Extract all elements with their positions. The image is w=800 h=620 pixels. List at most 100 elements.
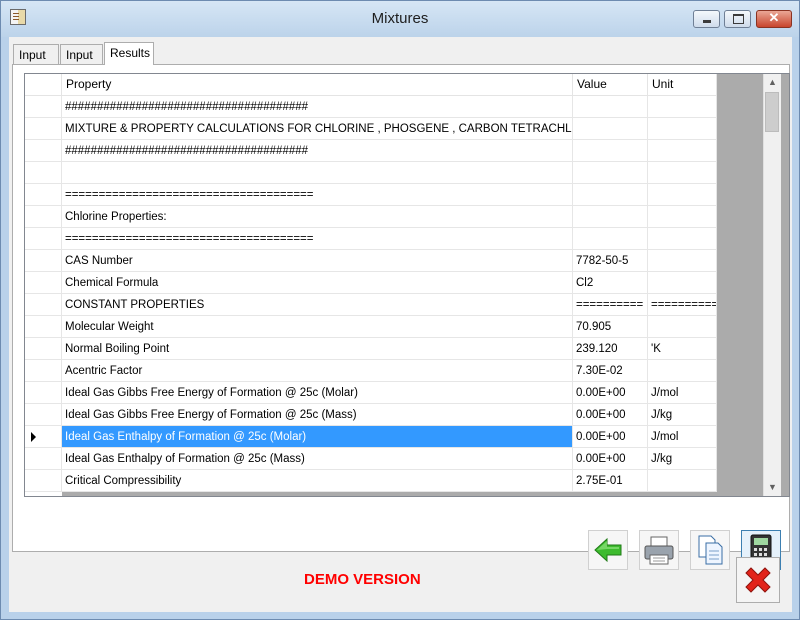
value-cell[interactable]: 0.00E+00 xyxy=(573,404,648,426)
value-cell[interactable] xyxy=(573,206,648,228)
row-header-cell[interactable] xyxy=(25,316,62,338)
minimize-button[interactable] xyxy=(693,10,720,28)
property-cell[interactable]: ###################################### xyxy=(62,140,573,162)
exit-button[interactable] xyxy=(736,557,780,603)
unit-cell[interactable] xyxy=(648,228,717,250)
unit-cell[interactable] xyxy=(648,118,717,140)
property-cell[interactable]: Ideal Gas Enthalpy of Formation @ 25c (M… xyxy=(62,426,573,448)
property-cell[interactable]: Ideal Gas Gibbs Free Energy of Formation… xyxy=(62,382,573,404)
unit-cell[interactable] xyxy=(648,360,717,382)
column-header-unit[interactable]: Unit xyxy=(648,74,717,95)
table-row[interactable]: Acentric Factor 7.30E-02 xyxy=(25,360,717,382)
unit-cell[interactable]: J/mol xyxy=(648,426,717,448)
results-grid[interactable]: Property Value Unit ####################… xyxy=(24,73,790,497)
row-header-cell[interactable] xyxy=(25,470,62,492)
row-header-cell[interactable] xyxy=(25,404,62,426)
row-header-cell[interactable] xyxy=(25,96,62,118)
property-cell[interactable]: Acentric Factor xyxy=(62,360,573,382)
property-cell[interactable]: Normal Boiling Point xyxy=(62,338,573,360)
value-cell[interactable]: ========== xyxy=(573,294,648,316)
unit-cell[interactable] xyxy=(648,140,717,162)
unit-cell[interactable]: J/kg xyxy=(648,404,717,426)
value-cell[interactable]: 7.30E-02 xyxy=(573,360,648,382)
scroll-down-icon[interactable]: ▼ xyxy=(764,479,781,496)
row-header-cell[interactable] xyxy=(25,382,62,404)
property-cell[interactable]: CAS Number xyxy=(62,250,573,272)
row-header-cell[interactable] xyxy=(25,272,62,294)
table-row[interactable]: ===================================== xyxy=(25,228,717,250)
tab-input-2[interactable]: Input 2 xyxy=(60,44,103,82)
value-cell[interactable]: 2.75E-01 xyxy=(573,470,648,492)
property-cell[interactable]: Ideal Gas Enthalpy of Formation @ 25c (M… xyxy=(62,448,573,470)
unit-cell[interactable] xyxy=(648,206,717,228)
value-cell[interactable] xyxy=(573,140,648,162)
value-cell[interactable]: Cl2 xyxy=(573,272,648,294)
property-cell[interactable]: Chlorine Properties: xyxy=(62,206,573,228)
value-cell[interactable]: 239.120 xyxy=(573,338,648,360)
row-header-cell[interactable] xyxy=(25,206,62,228)
value-cell[interactable]: 0.00E+00 xyxy=(573,382,648,404)
row-header-cell[interactable] xyxy=(25,162,62,184)
value-cell[interactable]: 0.00E+00 xyxy=(573,448,648,470)
row-header-cell[interactable] xyxy=(25,294,62,316)
table-row[interactable]: Ideal Gas Enthalpy of Formation @ 25c (M… xyxy=(25,448,717,470)
value-cell[interactable] xyxy=(573,228,648,250)
scroll-up-icon[interactable]: ▲ xyxy=(764,74,781,91)
table-row[interactable] xyxy=(25,162,717,184)
table-row[interactable]: Ideal Gas Gibbs Free Energy of Formation… xyxy=(25,382,717,404)
row-header-cell[interactable] xyxy=(25,448,62,470)
table-row[interactable]: ###################################### xyxy=(25,96,717,118)
value-cell[interactable] xyxy=(573,96,648,118)
unit-cell[interactable]: J/mol xyxy=(648,382,717,404)
table-row[interactable]: Chemical Formula Cl2 xyxy=(25,272,717,294)
unit-cell[interactable] xyxy=(648,184,717,206)
unit-cell[interactable]: ========== xyxy=(648,294,717,316)
table-row[interactable]: Ideal Gas Gibbs Free Energy of Formation… xyxy=(25,404,717,426)
row-header-cell[interactable] xyxy=(25,250,62,272)
title-bar[interactable]: Mixtures ✕ xyxy=(1,1,799,37)
table-row[interactable]: Chlorine Properties: xyxy=(25,206,717,228)
row-header-cell[interactable] xyxy=(25,360,62,382)
property-cell[interactable]: Molecular Weight xyxy=(62,316,573,338)
table-row[interactable]: ===================================== xyxy=(25,184,717,206)
value-cell[interactable] xyxy=(573,162,648,184)
row-header-cell[interactable] xyxy=(25,228,62,250)
scroll-thumb[interactable] xyxy=(765,92,779,132)
property-cell[interactable]: ###################################### xyxy=(62,96,573,118)
row-header-cell[interactable] xyxy=(25,118,62,140)
value-cell[interactable]: 0.00E+00 xyxy=(573,426,648,448)
unit-cell[interactable] xyxy=(648,470,717,492)
unit-cell[interactable]: J/kg xyxy=(648,448,717,470)
table-row[interactable]: MIXTURE & PROPERTY CALCULATIONS FOR CHLO… xyxy=(25,118,717,140)
tab-results[interactable]: Results xyxy=(104,42,154,65)
column-header-value[interactable]: Value xyxy=(573,74,648,95)
row-header-cell[interactable] xyxy=(25,426,62,448)
property-cell[interactable]: Chemical Formula xyxy=(62,272,573,294)
property-cell[interactable]: Ideal Gas Gibbs Free Energy of Formation… xyxy=(62,404,573,426)
table-row[interactable]: Molecular Weight 70.905 xyxy=(25,316,717,338)
unit-cell[interactable] xyxy=(648,250,717,272)
close-button[interactable]: ✕ xyxy=(756,10,792,28)
row-header-cell[interactable] xyxy=(25,140,62,162)
value-cell[interactable]: 7782-50-5 xyxy=(573,250,648,272)
value-cell[interactable]: 70.905 xyxy=(573,316,648,338)
column-header-property[interactable]: Property xyxy=(62,74,573,95)
header-corner[interactable] xyxy=(25,74,62,95)
table-row[interactable]: ###################################### xyxy=(25,140,717,162)
table-row[interactable]: CAS Number 7782-50-5 xyxy=(25,250,717,272)
vertical-scrollbar[interactable]: ▲ ▼ xyxy=(763,74,781,496)
row-header-cell[interactable] xyxy=(25,338,62,360)
property-cell[interactable]: MIXTURE & PROPERTY CALCULATIONS FOR CHLO… xyxy=(62,118,573,140)
property-cell[interactable]: CONSTANT PROPERTIES xyxy=(62,294,573,316)
value-cell[interactable] xyxy=(573,184,648,206)
unit-cell[interactable]: 'K xyxy=(648,338,717,360)
unit-cell[interactable] xyxy=(648,316,717,338)
property-cell[interactable]: ===================================== xyxy=(62,184,573,206)
table-row[interactable]: Ideal Gas Enthalpy of Formation @ 25c (M… xyxy=(25,426,717,448)
unit-cell[interactable] xyxy=(648,272,717,294)
tab-input-1[interactable]: Input 1 xyxy=(13,44,59,82)
print-button[interactable] xyxy=(639,530,679,570)
unit-cell[interactable] xyxy=(648,162,717,184)
copy-button[interactable] xyxy=(690,530,730,570)
unit-cell[interactable] xyxy=(648,96,717,118)
